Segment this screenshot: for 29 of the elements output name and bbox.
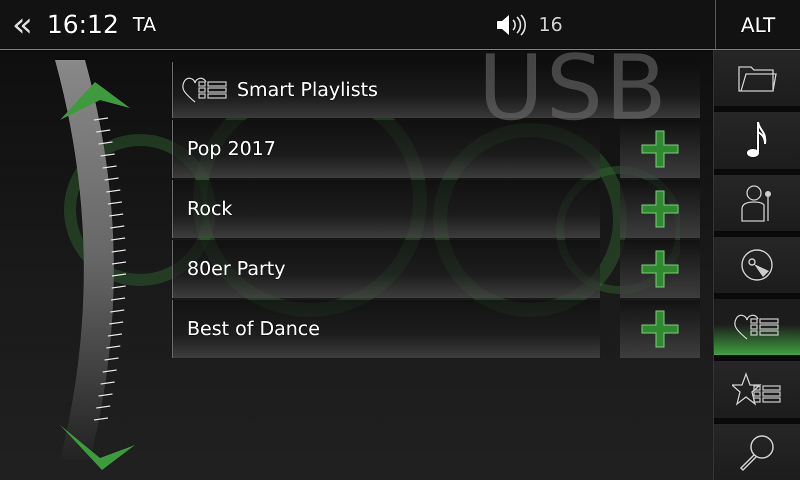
volume-level: 16 xyxy=(538,14,563,36)
playlist-item[interactable]: Best of Dance xyxy=(172,300,600,358)
ta-indicator: TA xyxy=(132,14,156,36)
singer-icon xyxy=(740,182,774,223)
plus-icon xyxy=(640,189,680,229)
plus-icon xyxy=(640,129,680,169)
back-button[interactable]: « xyxy=(12,8,33,42)
star-list-icon xyxy=(732,372,782,408)
add-button[interactable] xyxy=(620,240,700,298)
list-title: Smart Playlists xyxy=(237,79,378,101)
sidebar-tab[interactable] xyxy=(714,361,800,418)
sidebar-tab[interactable] xyxy=(714,50,800,106)
plus-icon xyxy=(640,309,680,349)
playlist-item[interactable]: Rock xyxy=(172,180,600,238)
sidebar-tab[interactable] xyxy=(714,174,800,231)
heart-list-icon xyxy=(181,76,229,104)
playlist-item[interactable]: 80er Party xyxy=(172,240,600,298)
clock-time: 16:12 xyxy=(46,10,119,39)
heart-list-icon xyxy=(733,313,781,342)
sidebar-tab[interactable] xyxy=(714,299,800,356)
add-button[interactable] xyxy=(620,180,700,238)
sidebar-tab[interactable] xyxy=(714,424,800,480)
sidebar-tab[interactable] xyxy=(714,112,800,169)
playlist-item[interactable]: Pop 2017 xyxy=(172,120,600,178)
plus-icon xyxy=(640,249,680,289)
add-button[interactable] xyxy=(620,300,700,358)
sidebar-tab[interactable] xyxy=(714,236,800,294)
disc-icon xyxy=(739,246,775,283)
speaker-icon xyxy=(494,14,527,36)
